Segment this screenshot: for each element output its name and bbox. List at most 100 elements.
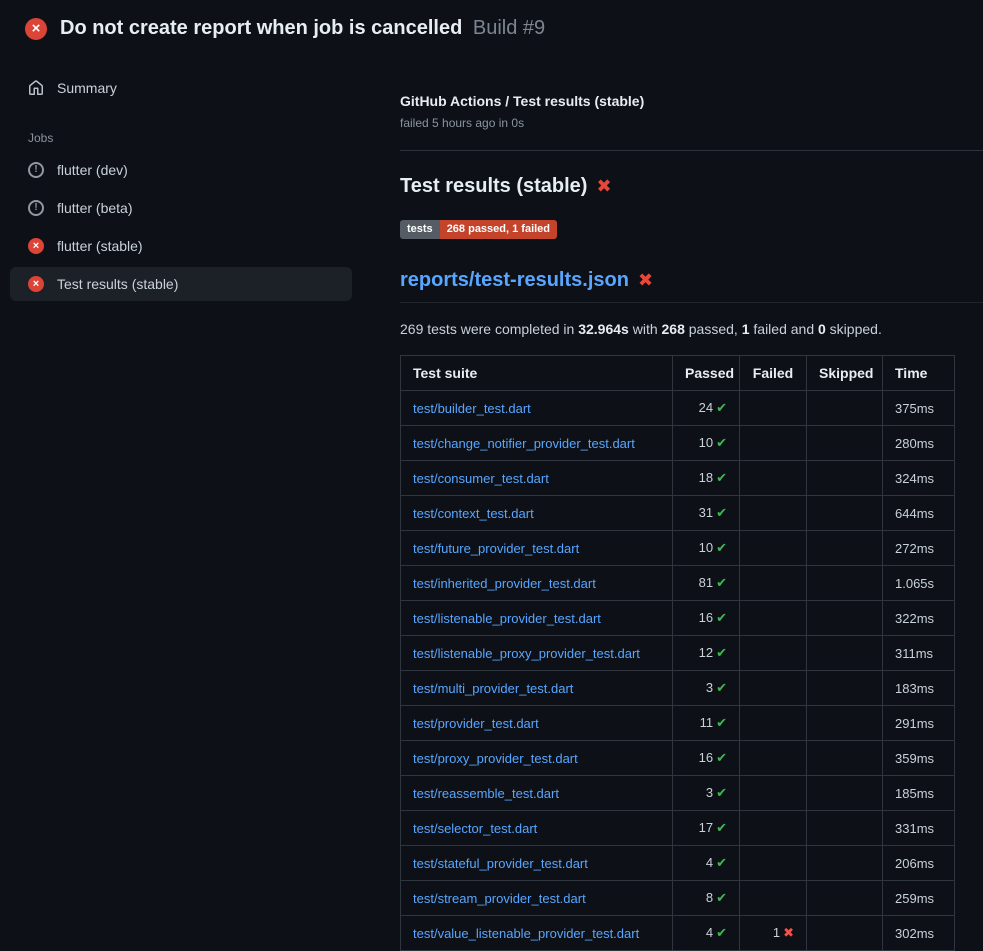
passed-cell: 16✔ [673, 601, 740, 636]
table-row: test/stateful_provider_test.dart4✔206ms [401, 846, 955, 881]
skipped-cell [807, 391, 883, 426]
check-icon: ✔ [716, 750, 727, 765]
alert-circle-icon: ! [28, 200, 44, 216]
skipped-cell [807, 671, 883, 706]
test-suite-link[interactable]: test/stateful_provider_test.dart [413, 856, 588, 871]
time-cell: 280ms [883, 426, 955, 461]
test-suite-link[interactable]: test/selector_test.dart [413, 821, 537, 836]
skipped-cell [807, 601, 883, 636]
table-row: test/reassemble_test.dart3✔185ms [401, 776, 955, 811]
check-icon: ✔ [716, 435, 727, 450]
test-suite-link[interactable]: test/listenable_provider_test.dart [413, 611, 601, 626]
check-icon: ✔ [716, 575, 727, 590]
sidebar-job-label: Test results (stable) [57, 276, 178, 292]
build-number: Build #9 [473, 17, 545, 39]
suite-cell: test/value_listenable_provider_test.dart [401, 916, 673, 951]
table-row: test/selector_test.dart17✔331ms [401, 811, 955, 846]
table-row: test/value_listenable_provider_test.dart… [401, 916, 955, 951]
passed-cell: 18✔ [673, 461, 740, 496]
failed-cell [740, 776, 807, 811]
sidebar: Summary Jobs !flutter (dev) !flutter (bet… [0, 57, 400, 950]
skipped-cell [807, 916, 883, 951]
failed-cell [740, 426, 807, 461]
summary-text: skipped. [826, 321, 882, 337]
run-title-text: Do not create report when job is cancell… [60, 17, 462, 39]
failed-cell [740, 741, 807, 776]
test-suite-link[interactable]: test/value_listenable_provider_test.dart [413, 926, 639, 941]
test-suite-link[interactable]: test/consumer_test.dart [413, 471, 549, 486]
failed-cell [740, 496, 807, 531]
suite-cell: test/future_provider_test.dart [401, 531, 673, 566]
time-cell: 185ms [883, 776, 955, 811]
test-suite-link[interactable]: test/provider_test.dart [413, 716, 539, 731]
x-circle-icon: × [25, 18, 47, 40]
sidebar-job-item[interactable]: ×flutter (stable) [10, 229, 352, 263]
sidebar-job-item[interactable]: !flutter (dev) [10, 153, 352, 187]
passed-cell: 17✔ [673, 811, 740, 846]
count-value: 3 [706, 785, 713, 800]
count-value: 4 [706, 925, 713, 940]
time-cell: 359ms [883, 741, 955, 776]
time-cell: 324ms [883, 461, 955, 496]
table-row: test/multi_provider_test.dart3✔183ms [401, 671, 955, 706]
sidebar-summary-label: Summary [57, 80, 117, 96]
suite-cell: test/provider_test.dart [401, 706, 673, 741]
passed-cell: 10✔ [673, 531, 740, 566]
cross-mark-icon: ✖ [638, 270, 653, 291]
skipped-cell [807, 636, 883, 671]
passed-cell: 24✔ [673, 391, 740, 426]
test-suite-link[interactable]: test/proxy_provider_test.dart [413, 751, 578, 766]
sidebar-job-item[interactable]: ×Test results (stable) [10, 267, 352, 301]
test-suite-link[interactable]: test/context_test.dart [413, 506, 534, 521]
failed-cell [740, 531, 807, 566]
check-icon: ✔ [716, 680, 727, 695]
test-suite-link[interactable]: test/builder_test.dart [413, 401, 531, 416]
sidebar-item-summary[interactable]: Summary [10, 71, 352, 105]
jobs-heading: Jobs [0, 109, 400, 153]
count-value: 16 [699, 610, 713, 625]
test-suite-link[interactable]: test/change_notifier_provider_test.dart [413, 436, 635, 451]
suite-cell: test/builder_test.dart [401, 391, 673, 426]
test-suite-link[interactable]: test/inherited_provider_test.dart [413, 576, 596, 591]
check-icon: ✔ [716, 855, 727, 870]
sidebar-job-item[interactable]: !flutter (beta) [10, 191, 352, 225]
passed-cell: 12✔ [673, 636, 740, 671]
time-cell: 183ms [883, 671, 955, 706]
col-header-time: Time [883, 356, 955, 391]
time-cell: 291ms [883, 706, 955, 741]
col-header-test-suite: Test suite [401, 356, 673, 391]
failed-cell [740, 846, 807, 881]
section-title-text: Test results (stable) [400, 175, 587, 198]
test-suite-link[interactable]: test/future_provider_test.dart [413, 541, 579, 556]
page-header: × Do not create report when job is cance… [0, 0, 983, 57]
time-cell: 375ms [883, 391, 955, 426]
skipped-cell [807, 461, 883, 496]
count-value: 16 [699, 750, 713, 765]
failed-cell [740, 636, 807, 671]
report-link[interactable]: reports/test-results.json [400, 269, 629, 292]
failed-cell [740, 811, 807, 846]
summary-failed-count: 1 [742, 321, 750, 337]
summary-duration: 32.964s [578, 321, 629, 337]
count-value: 81 [699, 575, 713, 590]
col-header-passed: Passed [673, 356, 740, 391]
check-icon: ✔ [716, 890, 727, 905]
results-table: Test suite Passed Failed Skipped Time te… [400, 355, 955, 951]
passed-cell: 4✔ [673, 846, 740, 881]
check-icon: ✔ [716, 470, 727, 485]
alert-circle-icon: ! [28, 162, 44, 178]
test-suite-link[interactable]: test/stream_provider_test.dart [413, 891, 586, 906]
test-suite-link[interactable]: test/listenable_proxy_provider_test.dart [413, 646, 640, 661]
count-value: 31 [699, 505, 713, 520]
suite-cell: test/change_notifier_provider_test.dart [401, 426, 673, 461]
badge-label: tests [400, 220, 440, 239]
test-suite-link[interactable]: test/multi_provider_test.dart [413, 681, 573, 696]
count-value: 10 [699, 435, 713, 450]
col-header-skipped: Skipped [807, 356, 883, 391]
time-cell: 272ms [883, 531, 955, 566]
passed-cell: 4✔ [673, 916, 740, 951]
test-suite-link[interactable]: test/reassemble_test.dart [413, 786, 559, 801]
breadcrumb: GitHub Actions / Test results (stable) [400, 93, 983, 109]
home-icon [28, 80, 44, 96]
summary-text: 269 tests were completed in [400, 321, 578, 337]
